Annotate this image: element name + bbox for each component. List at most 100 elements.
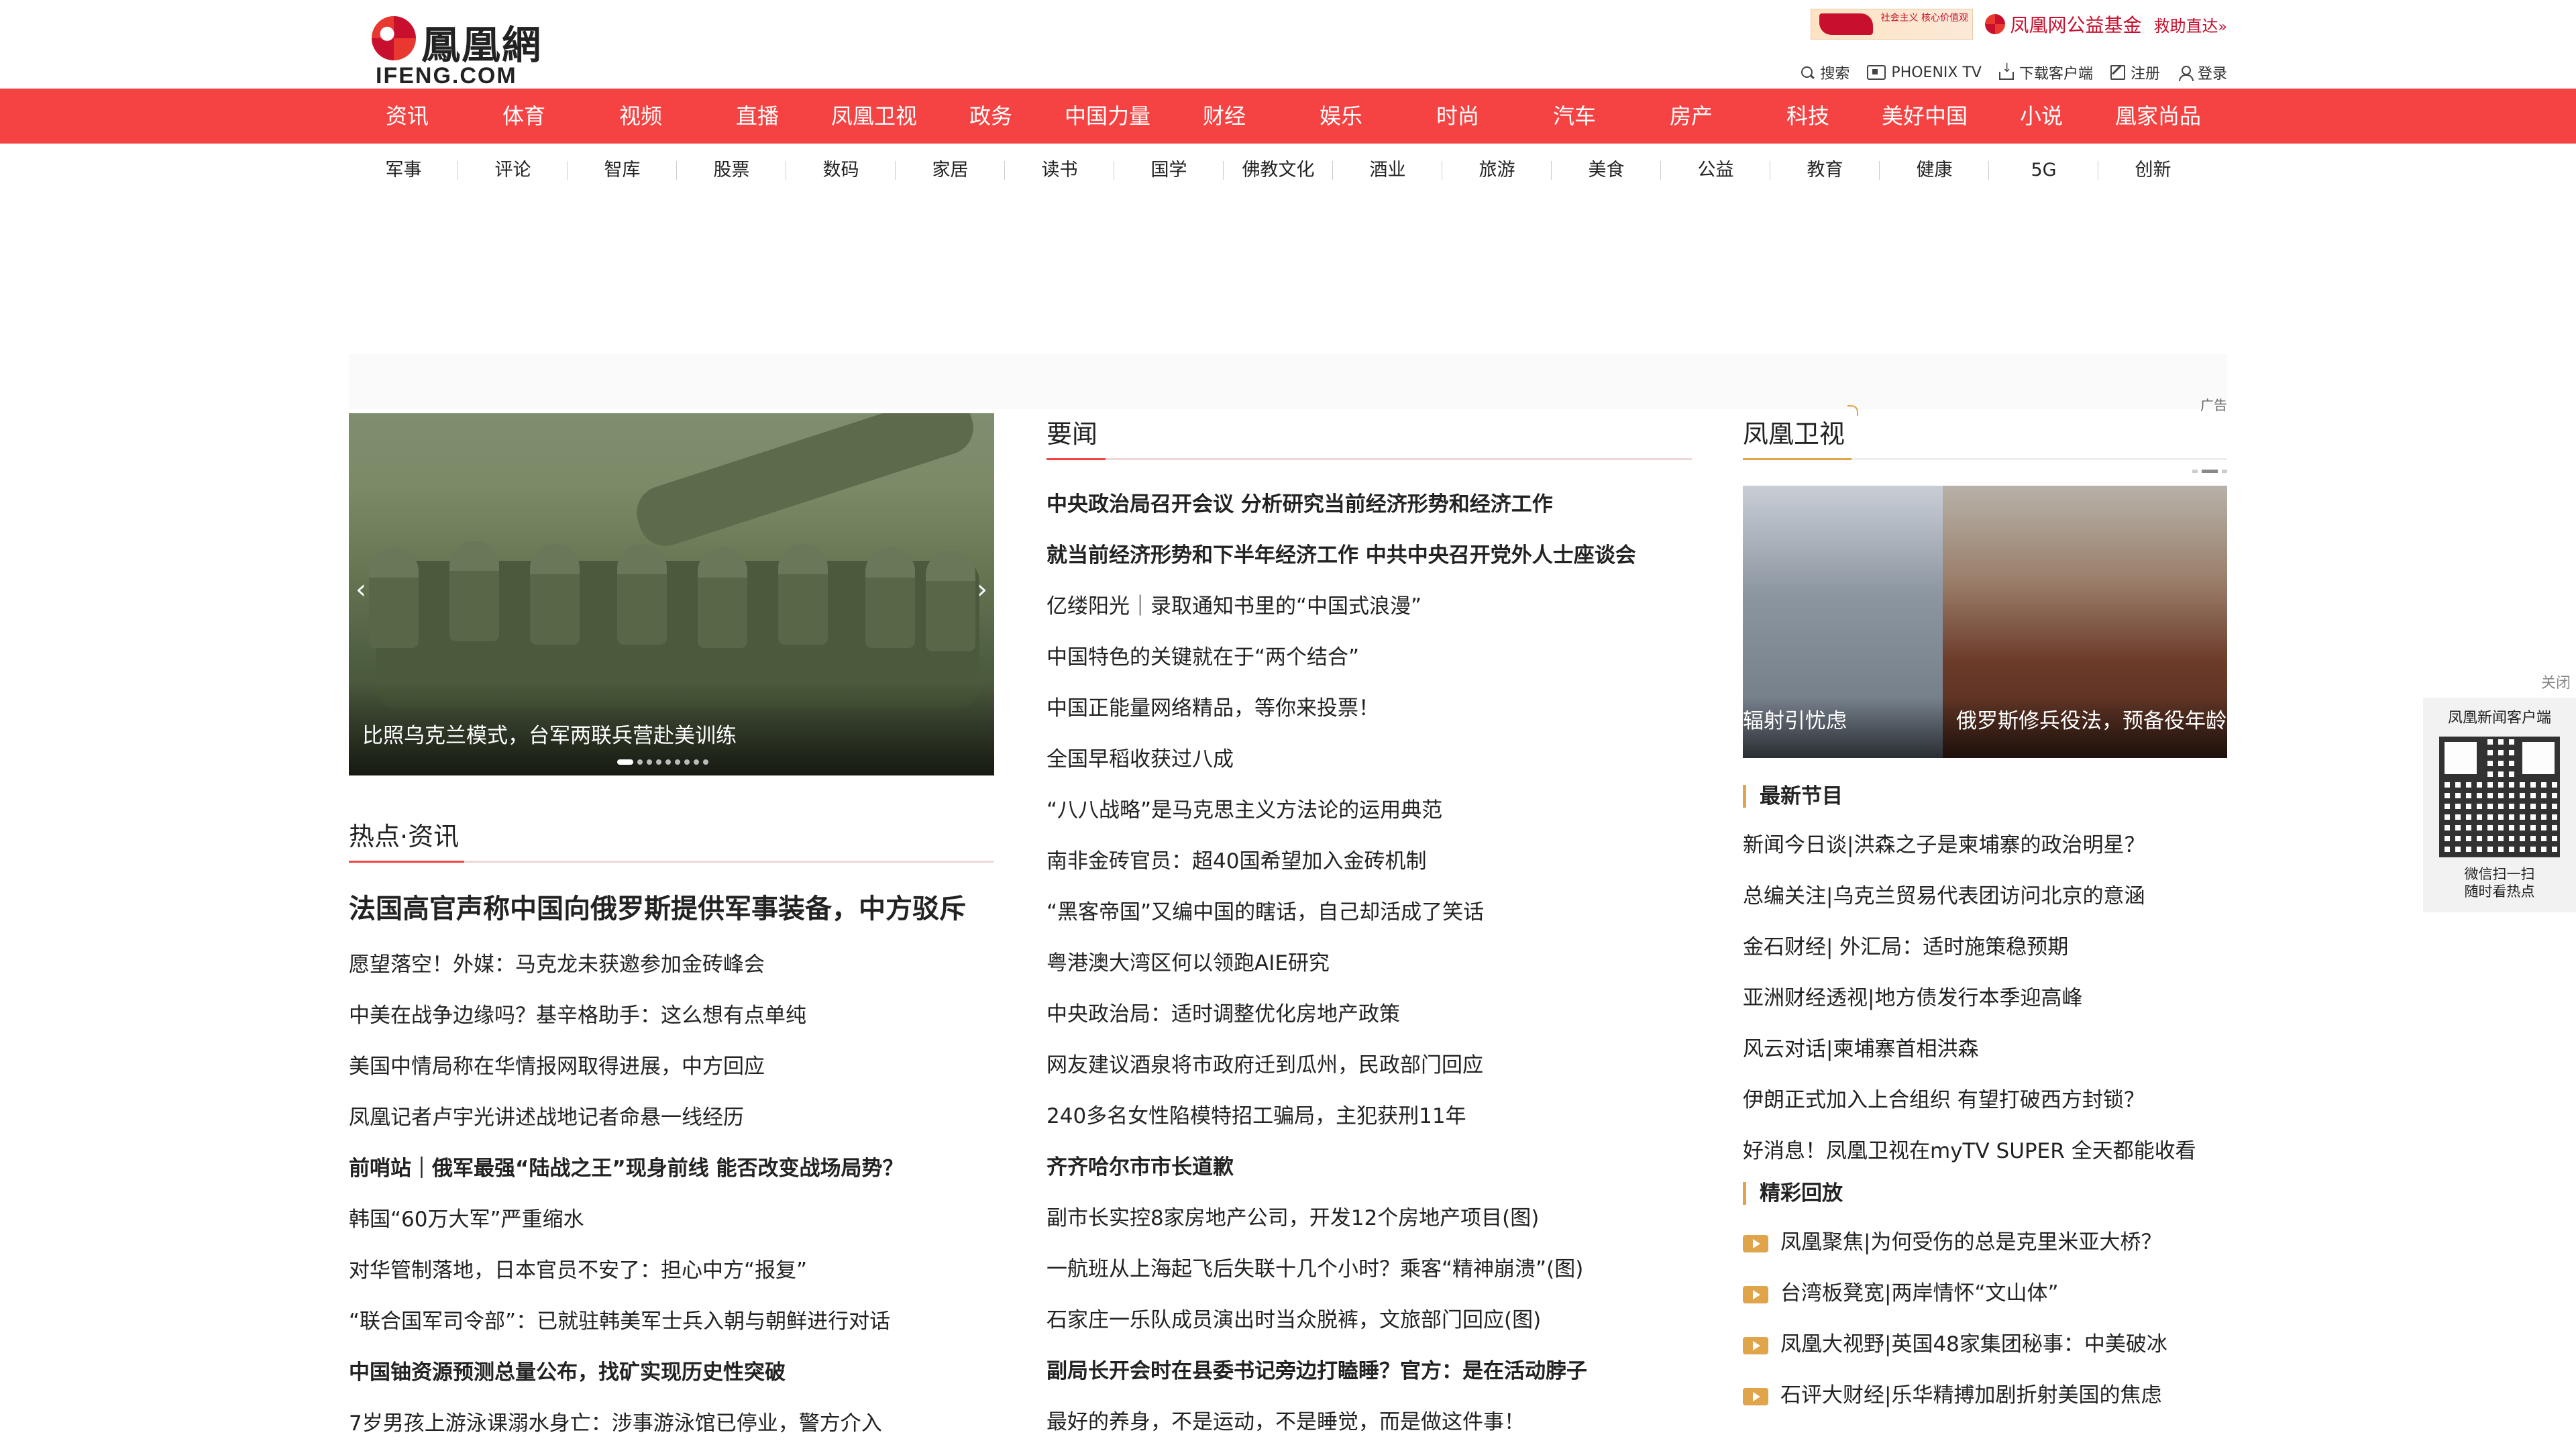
main-nav-item[interactable]: 直播 xyxy=(699,89,816,144)
hot-news-item[interactable]: 7岁男孩上游泳课溺水身亡：涉事游泳馆已停业，警方介入 xyxy=(349,1398,994,1449)
tv-card[interactable]: 俄罗斯修兵役法，预备役年龄 xyxy=(1943,486,2227,758)
sub-nav-item[interactable]: 旅游 xyxy=(1442,144,1552,197)
slider-dot[interactable] xyxy=(617,759,633,765)
yaowen-item[interactable]: 齐齐哈尔市市长道歉 xyxy=(1046,1142,1692,1193)
ad-banner[interactable] xyxy=(349,354,2227,409)
main-nav-item[interactable]: 娱乐 xyxy=(1283,89,1399,144)
sub-nav-item[interactable]: 军事 xyxy=(349,144,458,197)
sub-nav-item[interactable]: 数码 xyxy=(786,144,896,197)
sub-nav-item[interactable]: 健康 xyxy=(1880,144,1989,197)
sub-nav-item[interactable]: 智库 xyxy=(568,144,677,197)
search-button[interactable]: 搜索 xyxy=(1800,62,1849,83)
main-nav-item[interactable]: 房产 xyxy=(1633,89,1750,144)
replay-item[interactable]: 凤凰聚焦|为何受伤的总是克里米亚大桥？ xyxy=(1743,1217,2227,1268)
main-nav-item[interactable]: 汽车 xyxy=(1516,89,1633,144)
yaowen-item[interactable]: 网友建议酒泉将市政府迁到瓜州，民政部门回应 xyxy=(1046,1040,1692,1091)
main-nav-item[interactable]: 财经 xyxy=(1166,89,1283,144)
replay-item[interactable]: 凤凰大视野|英国48家集团秘事：中美破冰 xyxy=(1743,1319,2227,1370)
yaowen-item[interactable]: 全国早稻收获过八成 xyxy=(1046,734,1692,785)
hot-news-item[interactable]: 对华管制落地，日本官员不安了：担心中方“报复” xyxy=(349,1245,994,1296)
main-nav-item[interactable]: 时尚 xyxy=(1399,89,1516,144)
register-button[interactable]: 注册 xyxy=(2110,62,2160,83)
slider-dot[interactable] xyxy=(637,759,643,765)
hot-news-item[interactable]: 中国铀资源预测总量公布，找矿实现历史性突破 xyxy=(349,1347,994,1398)
yaowen-item[interactable]: 粤港澳大湾区何以领跑AIE研究 xyxy=(1046,938,1692,989)
slider-next-icon[interactable]: › xyxy=(977,574,987,605)
sub-nav-item[interactable]: 国学 xyxy=(1114,144,1224,197)
latest-program-item[interactable]: 风云对话|柬埔寨首相洪森 xyxy=(1743,1024,2227,1075)
sub-nav-item[interactable]: 美食 xyxy=(1552,144,1661,197)
yaowen-item[interactable]: 副市长实控8家房地产公司，开发12个房地产项目(图) xyxy=(1046,1193,1692,1244)
yaowen-item[interactable]: 南非金砖官员：超40国希望加入金砖机制 xyxy=(1046,836,1692,887)
slider-dot[interactable] xyxy=(684,759,690,765)
image-slider[interactable]: 比照乌克兰模式，台军两联兵营赴美训练 ‹ › xyxy=(349,413,994,775)
carousel-dot[interactable] xyxy=(2202,470,2218,473)
yaowen-title[interactable]: 要闻 xyxy=(1046,413,1692,458)
main-nav-item[interactable]: 美好中国 xyxy=(1866,89,1983,144)
latest-program-item[interactable]: 新闻今日谈|洪森之子是柬埔寨的政治明星？ xyxy=(1743,820,2227,871)
site-logo[interactable]: 鳳凰網 IFENG.COM xyxy=(372,12,559,89)
latest-program-item[interactable]: 伊朗正式加入上合组织 有望打破西方封锁？ xyxy=(1743,1075,2227,1126)
hot-news-item[interactable]: 韩国“60万大军”严重缩水 xyxy=(349,1194,994,1245)
carousel-dot[interactable] xyxy=(2192,470,2198,473)
main-nav-item[interactable]: 资讯 xyxy=(349,89,466,144)
sub-nav-item[interactable]: 股票 xyxy=(677,144,786,197)
slider-prev-icon[interactable]: ‹ xyxy=(356,574,366,605)
slider-dot[interactable] xyxy=(694,759,699,765)
sub-nav-item[interactable]: 评论 xyxy=(458,144,568,197)
main-nav-item[interactable]: 凤凰卫视 xyxy=(816,89,932,144)
main-nav-item[interactable]: 小说 xyxy=(1983,89,2100,144)
charity-link[interactable]: 凤凰网公益基金 xyxy=(1984,11,2142,38)
slider-dot[interactable] xyxy=(703,759,708,765)
sub-nav-item[interactable]: 教育 xyxy=(1770,144,1880,197)
hot-news-item[interactable]: 前哨站｜俄军最强“陆战之王”现身前线 能否改变战场局势？ xyxy=(349,1143,994,1194)
sub-nav-item[interactable]: 酒业 xyxy=(1333,144,1442,197)
latest-program-item[interactable]: 亚洲财经透视|地方债发行本季迎高峰 xyxy=(1743,973,2227,1024)
yaowen-item[interactable]: 就当前经济形势和下半年经济工作 中共中央召开党外人士座谈会 xyxy=(1046,530,1692,581)
hot-news-lead[interactable]: 法国高官声称中国向俄罗斯提供军事装备，中方驳斥 xyxy=(349,879,994,939)
yaowen-item[interactable]: 石家庄一乐队成员演出时当众脱裤，文旅部门回应(图) xyxy=(1046,1295,1692,1346)
hot-news-item[interactable]: 凤凰记者卢宇光讲述战地记者命悬一线经历 xyxy=(349,1092,994,1143)
yaowen-item[interactable]: 亿缕阳光｜录取通知书里的“中国式浪漫” xyxy=(1046,581,1692,632)
replay-item[interactable]: 石评大财经|乐华精搏加剧折射美国的焦虑 xyxy=(1743,1370,2227,1421)
carousel-dot[interactable] xyxy=(2222,470,2227,473)
sub-nav-item[interactable]: 读书 xyxy=(1005,144,1114,197)
slider-dot[interactable] xyxy=(647,759,652,765)
login-button[interactable]: 登录 xyxy=(2178,62,2227,83)
latest-program-item[interactable]: 金石财经| 外汇局：适时施策稳预期 xyxy=(1743,922,2227,973)
main-nav-item[interactable]: 视频 xyxy=(582,89,699,144)
phoenix-tv-title[interactable]: 凤凰卫视 xyxy=(1743,405,2227,458)
slider-dot[interactable] xyxy=(665,759,671,765)
replay-item[interactable]: 台湾板凳宽|两岸情怀“文山体” xyxy=(1743,1268,2227,1319)
sub-nav-item[interactable]: 创新 xyxy=(2098,144,2208,197)
hot-news-title[interactable]: 热点·资讯 xyxy=(349,816,994,861)
yaowen-item[interactable]: 240多名女性陷模特招工骗局，主犯获刑11年 xyxy=(1046,1091,1692,1142)
sub-nav-item[interactable]: 公益 xyxy=(1661,144,1770,197)
sub-nav-item[interactable]: 家居 xyxy=(896,144,1005,197)
download-app-button[interactable]: 下载客户端 xyxy=(1998,61,2093,83)
main-nav-item[interactable]: 科技 xyxy=(1750,89,1866,144)
slider-dot[interactable] xyxy=(656,759,661,765)
yaowen-item[interactable]: “八八战略”是马克思主义方法论的运用典范 xyxy=(1046,785,1692,836)
rescue-link[interactable]: 救助直达» xyxy=(2154,13,2227,36)
main-nav-item[interactable]: 体育 xyxy=(466,89,582,144)
yaowen-item[interactable]: “黑客帝国”又编中国的瞎话，自己却活成了笑话 xyxy=(1046,887,1692,938)
slider-dot[interactable] xyxy=(675,759,680,765)
yaowen-item[interactable]: 中国特色的关键就在于“两个结合” xyxy=(1046,632,1692,683)
hot-news-item[interactable]: 中美在战争边缘吗？基辛格助手：这么想有点单纯 xyxy=(349,990,994,1041)
sub-nav-item[interactable]: 佛教文化 xyxy=(1224,144,1333,197)
qr-close-button[interactable]: 关闭 xyxy=(2541,671,2571,692)
sub-nav-item[interactable]: 5G xyxy=(1989,144,2098,197)
yaowen-item[interactable]: 副局长开会时在县委书记旁边打瞌睡？官方：是在活动脖子 xyxy=(1046,1346,1692,1397)
latest-program-item[interactable]: 好消息！凤凰卫视在myTV SUPER 全天都能收看 xyxy=(1743,1126,2227,1177)
yaowen-item[interactable]: 中国正能量网络精品，等你来投票！ xyxy=(1046,683,1692,734)
main-nav-item[interactable]: 中国力量 xyxy=(1049,89,1166,144)
main-nav-item[interactable]: 政务 xyxy=(932,89,1049,144)
yaowen-item[interactable]: 中央政治局：适时调整优化房地产政策 xyxy=(1046,989,1692,1040)
hot-news-item[interactable]: “联合国军司令部”：已就驻韩美军士兵入朝与朝鲜进行对话 xyxy=(349,1296,994,1347)
promo-banner[interactable]: 社会主义 核心价值观 xyxy=(1810,9,1973,40)
slider-caption[interactable]: 比照乌克兰模式，台军两联兵营赴美训练 xyxy=(362,718,737,749)
hot-news-item[interactable]: 美国中情局称在华情报网取得进展，中方回应 xyxy=(349,1041,994,1092)
tv-card[interactable]: 辐射引忧虑 xyxy=(1743,486,1943,758)
latest-program-item[interactable]: 总编关注|乌克兰贸易代表团访问北京的意涵 xyxy=(1743,871,2227,922)
